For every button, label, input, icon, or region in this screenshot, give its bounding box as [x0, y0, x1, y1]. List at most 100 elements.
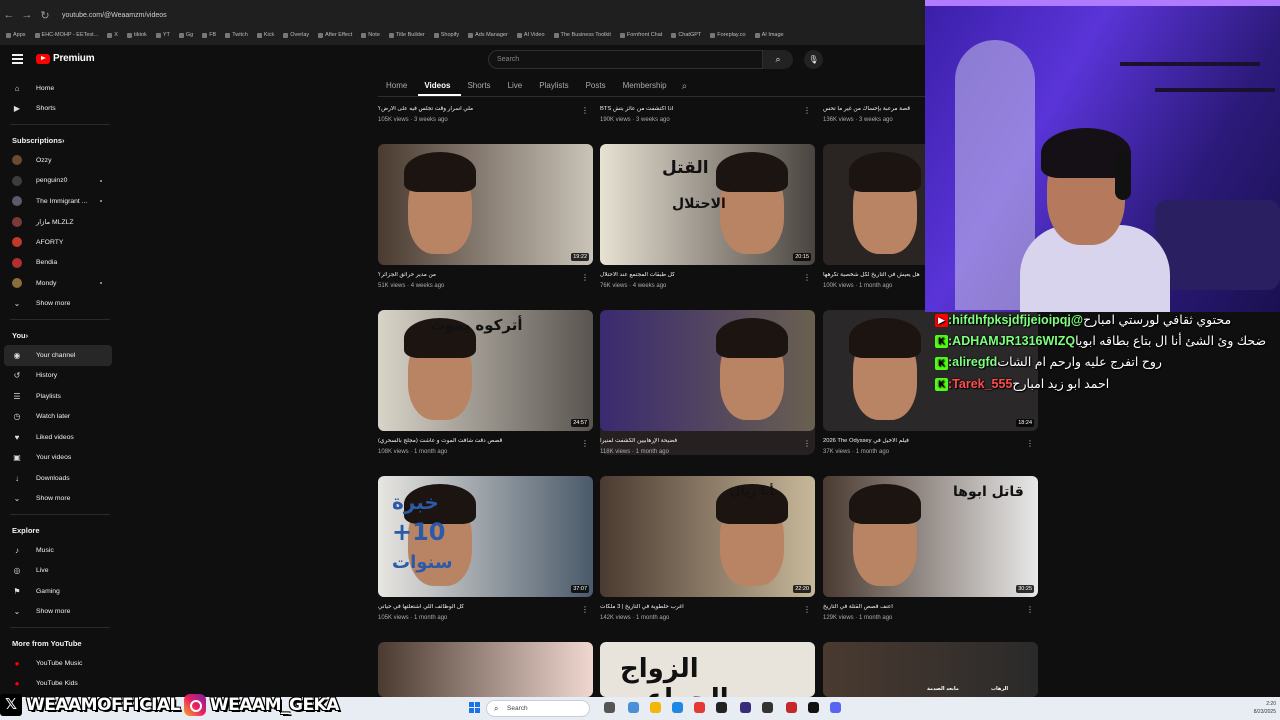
- reload-icon[interactable]: ↻: [36, 9, 54, 22]
- subscription-item[interactable]: Bendia: [0, 253, 120, 274]
- bookmark-item[interactable]: Overlay: [283, 32, 309, 38]
- obs-icon[interactable]: [762, 702, 773, 713]
- video-card[interactable]: 30:25 قاتل ابوها أعنف قصص القتلة في التاري…: [823, 476, 1038, 621]
- video-title[interactable]: فضيحة الإرهابيين الكشفت لمنيرا: [600, 438, 795, 444]
- video-title[interactable]: BTS اذا اكتشفت من عائز بتش: [600, 106, 795, 112]
- video-card[interactable]: 24:57 أتركوه يموت قصص دقت شافت الموت و عاش…: [378, 310, 593, 455]
- video-card[interactable]: 19:22 من مدير حرائق الجزائر؟ 51K views · 4…: [378, 144, 593, 289]
- subscription-item[interactable]: Ozzy: [0, 150, 120, 171]
- show-more-button[interactable]: ⌄ Show more: [0, 294, 120, 315]
- sidebar-item[interactable]: ● YouTube Music: [0, 653, 120, 674]
- sidebar-item[interactable]: ☰ Playlists: [0, 386, 120, 407]
- bookmark-item[interactable]: Twitch: [225, 32, 248, 38]
- video-thumbnail[interactable]: 20:15 القتل الاحتلال: [600, 144, 815, 265]
- edge-icon[interactable]: [672, 702, 683, 713]
- back-icon[interactable]: ←: [0, 9, 18, 21]
- sidebar-item[interactable]: ♪ Music: [0, 540, 120, 561]
- bookmark-item[interactable]: YT: [155, 32, 170, 38]
- hamburger-menu-icon[interactable]: [12, 54, 23, 64]
- tiktok-icon[interactable]: [808, 702, 819, 713]
- you-heading[interactable]: You ›: [0, 325, 120, 345]
- video-thumbnail[interactable]: مابعد الصدمة الرهاب: [823, 642, 1038, 697]
- subscriptions-heading[interactable]: Subscriptions ›: [0, 130, 120, 150]
- video-title[interactable]: أغرب حلطوية في التاريخ | 3 ملكات: [600, 604, 795, 610]
- video-title[interactable]: من مدير حرائق الجزائر؟: [378, 272, 573, 278]
- video-card[interactable]: [378, 642, 593, 697]
- sidebar-item[interactable]: ▶ Shorts: [0, 99, 120, 120]
- more-options-icon[interactable]: ⋮: [581, 106, 589, 115]
- app-icon[interactable]: [786, 702, 797, 713]
- video-title[interactable]: قصص دقت شافت الموت و عاشت (مجلج بالسحري): [378, 438, 573, 444]
- video-title[interactable]: أعنف قصص القتلة في التاريخ: [823, 604, 1018, 610]
- video-thumbnail[interactable]: 19:22: [378, 144, 593, 265]
- sidebar-item[interactable]: ◉ Your channel: [4, 345, 112, 366]
- sidebar-item-label: Playlists: [36, 392, 61, 400]
- video-thumbnail[interactable]: [600, 310, 815, 431]
- bookmark-item[interactable]: After Effect: [318, 32, 352, 38]
- forward-icon[interactable]: →: [18, 9, 36, 21]
- sidebar-item[interactable]: ↺ History: [0, 366, 120, 387]
- video-card[interactable]: 37:07 خبرة +10 سنوات كل الوظائف اللي اشتغلته…: [378, 476, 593, 621]
- bookmark-item[interactable]: FB: [202, 32, 216, 38]
- subscription-item[interactable]: The Immigrant ...: [0, 191, 120, 212]
- video-thumbnail[interactable]: الزواج الجماعي: [600, 642, 815, 697]
- video-title[interactable]: كل طبقات المجتمع عند الاحتلال: [600, 272, 795, 278]
- more-options-icon[interactable]: ⋮: [1026, 605, 1034, 614]
- video-thumbnail[interactable]: [378, 642, 593, 697]
- youtube-kids-icon: ●: [14, 679, 20, 689]
- video-card[interactable]: BTS اذا اكتشفت من عائز بتش 190K views · 3…: [600, 0, 815, 123]
- video-title[interactable]: ملي أسرار وقت تجلس فيه على الأرض؟: [378, 106, 573, 112]
- bookmark-item[interactable]: Gg: [178, 32, 193, 38]
- video-thumbnail[interactable]: 30:25 قاتل ابوها: [823, 476, 1038, 597]
- youtube-logo[interactable]: Premium: [36, 53, 95, 64]
- video-title[interactable]: 2026 The Odyssey فيلم الأخيل في: [823, 438, 1018, 444]
- video-thumbnail[interactable]: 24:57 أتركوه يموت: [378, 310, 593, 431]
- sidebar-item[interactable]: ◎ Live: [0, 561, 120, 582]
- video-thumbnail[interactable]: 22:20 أنا ريال: [600, 476, 815, 597]
- bookmark-item[interactable]: Apps: [6, 32, 26, 38]
- more-options-icon[interactable]: ⋮: [803, 273, 811, 282]
- more-options-icon[interactable]: ⋮: [581, 439, 589, 448]
- more-options-icon[interactable]: ⋮: [803, 106, 811, 115]
- video-card[interactable]: 22:20 أنا ريال أغرب حلطوية في التاريخ | 3 …: [600, 476, 815, 621]
- subscription-item[interactable]: penguinz0: [0, 171, 120, 192]
- bookmark-item[interactable]: X: [107, 32, 118, 38]
- subscription-item[interactable]: Mondy: [0, 273, 120, 294]
- url-bar[interactable]: youtube.com/@Weaamzm/videos: [62, 12, 167, 19]
- more-options-icon[interactable]: ⋮: [581, 605, 589, 614]
- video-card[interactable]: 20:15 القتل الاحتلال كل طبقات المجتمع عند ا…: [600, 144, 815, 289]
- more-options-icon[interactable]: ⋮: [803, 605, 811, 614]
- sidebar-item[interactable]: ♥ Liked videos: [0, 427, 120, 448]
- subscription-item[interactable]: مازار MLZLZ: [0, 212, 120, 233]
- show-more-button[interactable]: ⌄ Show more: [0, 489, 120, 510]
- file-explorer-icon[interactable]: [650, 702, 661, 713]
- sidebar-item[interactable]: ↓ Downloads: [0, 468, 120, 489]
- show-more-button[interactable]: ⌄ Show more: [0, 602, 120, 623]
- app-icon[interactable]: [716, 702, 727, 713]
- windows-start-icon[interactable]: [469, 702, 480, 713]
- video-title[interactable]: كل الوظائف اللي اشتغلتها في حياتي: [378, 604, 573, 610]
- more-options-icon[interactable]: ⋮: [581, 273, 589, 282]
- more-options-icon[interactable]: ⋮: [803, 439, 811, 448]
- video-card[interactable]: مابعد الصدمة الرهاب: [823, 642, 1038, 697]
- sidebar-item[interactable]: ▣ Your videos: [0, 448, 120, 469]
- sidebar-item[interactable]: ◷ Watch later: [0, 407, 120, 428]
- bookmark-item[interactable]: Kick: [256, 32, 274, 38]
- sidebar-item[interactable]: ⚑ Gaming: [0, 581, 120, 602]
- video-thumbnail[interactable]: 37:07 خبرة +10 سنوات: [378, 476, 593, 597]
- premiere-icon[interactable]: [740, 702, 751, 713]
- more-options-icon[interactable]: ⋮: [1026, 439, 1034, 448]
- task-view-icon[interactable]: [604, 702, 615, 713]
- subscription-item[interactable]: AFORTY: [0, 232, 120, 253]
- sidebar-item[interactable]: ⌂ Home: [0, 78, 120, 99]
- video-card[interactable]: الزواج الجماعي: [600, 642, 815, 697]
- taskbar-clock[interactable]: 2:20 8/23/2025: [1254, 700, 1276, 716]
- bookmark-item[interactable]: EHC-MOHP - EETest...: [34, 32, 98, 38]
- copilot-icon[interactable]: [628, 702, 639, 713]
- taskbar-search[interactable]: ⌕ Search: [486, 700, 590, 717]
- bookmark-item[interactable]: tiktok: [126, 32, 147, 38]
- chrome-icon[interactable]: [694, 702, 705, 713]
- discord-icon[interactable]: [830, 702, 841, 713]
- video-card[interactable]: فضيحة الإرهابيين الكشفت لمنيرا 118K views…: [600, 310, 815, 455]
- video-card[interactable]: ملي أسرار وقت تجلس فيه على الأرض؟ 105K vi…: [378, 0, 593, 123]
